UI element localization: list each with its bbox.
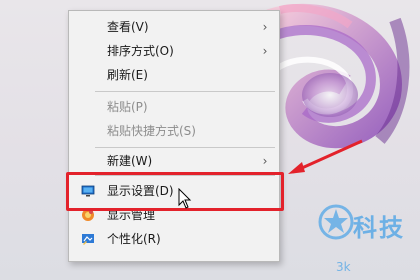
watermark-text: 科技 <box>353 214 405 242</box>
desktop[interactable]: 查看(V) › 排序方式(O) › 刷新(E) 粘贴(P) 粘贴快捷方式(S) … <box>0 0 420 280</box>
mouse-cursor-icon <box>178 188 192 209</box>
watermark-subtext: 3k <box>336 260 351 274</box>
